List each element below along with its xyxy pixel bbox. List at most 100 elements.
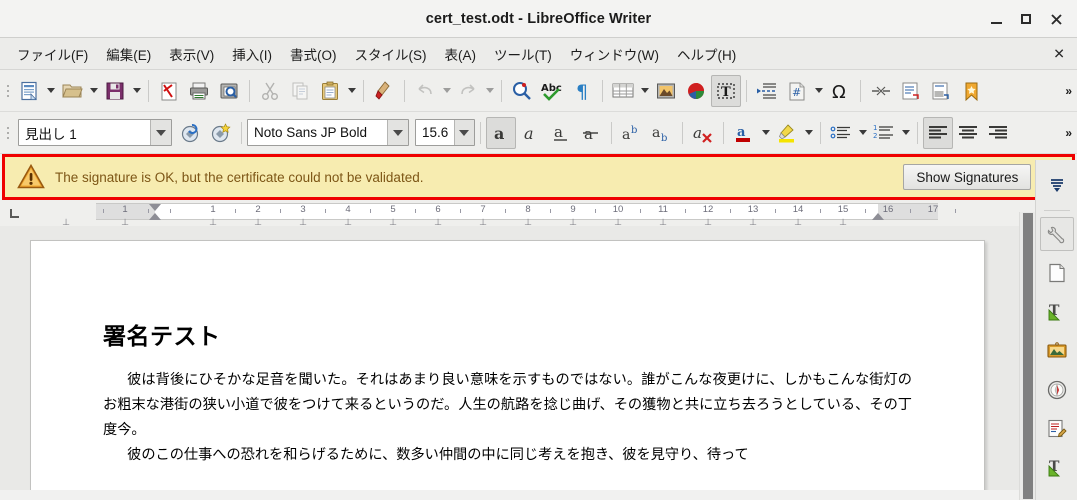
insert-special-character-button[interactable]: Ω <box>825 75 855 107</box>
italic-button[interactable]: a <box>516 117 546 149</box>
insert-table-button[interactable] <box>608 75 638 107</box>
new-document-button[interactable] <box>14 75 44 107</box>
ordered-list-button[interactable]: 1 2 <box>869 117 899 149</box>
paragraph-style-combobox[interactable]: 見出し 1 <box>18 119 172 146</box>
undo-button[interactable] <box>410 75 440 107</box>
find-replace-button[interactable] <box>507 75 537 107</box>
unordered-list-button[interactable] <box>826 117 856 149</box>
copy-button[interactable] <box>285 75 315 107</box>
cut-button[interactable] <box>255 75 285 107</box>
horizontal-ruler[interactable]: 1 1 2 3 4 5 6 7 8 9 10 11 12 13 14 15 16… <box>30 200 1077 226</box>
menu-tools[interactable]: ツール(T) <box>485 40 561 68</box>
undo-dropdown[interactable] <box>440 75 453 107</box>
paste-dropdown[interactable] <box>345 75 358 107</box>
minimize-button[interactable] <box>981 4 1011 34</box>
sidebar-item-navigator[interactable] <box>1040 373 1074 407</box>
underline-button[interactable]: a <box>546 117 576 149</box>
document-page[interactable]: 署名テスト 彼は背後にひそかな足音を聞いた。それはあまり良い意味を示すものではな… <box>30 240 985 490</box>
menu-file[interactable]: ファイル(F) <box>8 40 97 68</box>
export-pdf-icon <box>161 82 177 100</box>
sidebar-item-page[interactable] <box>1040 256 1074 290</box>
ordered-list-dropdown[interactable] <box>899 117 912 149</box>
clone-formatting-button[interactable] <box>369 75 399 107</box>
print-button[interactable] <box>184 75 214 107</box>
insert-textbox-button[interactable]: T <box>711 74 741 107</box>
menu-format[interactable]: 書式(O) <box>281 40 346 68</box>
insert-hyperlink-button[interactable] <box>866 75 896 107</box>
vertical-scrollbar-thumb[interactable] <box>1022 212 1034 500</box>
font-name-dropdown[interactable] <box>387 120 408 145</box>
paste-button[interactable] <box>315 75 345 107</box>
highlighting-color-dropdown[interactable] <box>802 117 815 149</box>
font-name-combobox[interactable]: Noto Sans JP Bold <box>247 119 409 146</box>
first-line-indent-marker[interactable] <box>149 204 161 211</box>
standard-toolbar-overflow[interactable]: » <box>1065 84 1072 98</box>
sidebar-settings-button[interactable] <box>1040 168 1074 202</box>
menu-view[interactable]: 表示(V) <box>160 40 223 68</box>
new-document-dropdown[interactable] <box>44 75 57 107</box>
maximize-button[interactable] <box>1011 4 1041 34</box>
formatting-marks-button[interactable]: ¶ <box>567 75 597 107</box>
menu-edit[interactable]: 編集(E) <box>97 40 160 68</box>
font-color-button[interactable]: a <box>729 117 759 149</box>
open-dropdown[interactable] <box>87 75 100 107</box>
toolbar-grip[interactable] <box>4 121 12 145</box>
menu-styles[interactable]: スタイル(S) <box>346 40 436 68</box>
menu-table[interactable]: 表(A) <box>436 40 486 68</box>
formatting-toolbar-overflow[interactable]: » <box>1065 126 1072 140</box>
left-indent-marker[interactable] <box>149 213 161 220</box>
insert-bookmark-button[interactable] <box>956 75 986 107</box>
redo-dropdown[interactable] <box>483 75 496 107</box>
unordered-list-dropdown[interactable] <box>856 117 869 149</box>
toolbar-grip[interactable] <box>4 79 12 103</box>
insert-field-dropdown[interactable] <box>812 75 825 107</box>
sidebar-item-gallery[interactable] <box>1040 334 1074 368</box>
subscript-button[interactable]: a b <box>647 117 677 149</box>
print-preview-button[interactable] <box>214 75 244 107</box>
spelling-button[interactable]: Abc <box>537 75 567 107</box>
font-color-dropdown[interactable] <box>759 117 772 149</box>
sidebar-item-properties[interactable] <box>1039 217 1074 251</box>
align-right-button[interactable] <box>983 117 1013 149</box>
menu-help[interactable]: ヘルプ(H) <box>668 40 745 68</box>
bold-button[interactable]: a <box>486 116 516 149</box>
save-dropdown[interactable] <box>130 75 143 107</box>
font-size-combobox[interactable]: 15.6 <box>415 119 475 146</box>
document-canvas[interactable]: 署名テスト 彼は背後にひそかな足音を聞いた。それはあまり良い意味を示すものではな… <box>0 226 1077 490</box>
insert-field-button[interactable]: # <box>782 75 812 107</box>
insert-chart-button[interactable] <box>681 75 711 107</box>
clear-formatting-button[interactable]: a <box>688 117 718 149</box>
insert-endnote-button[interactable] <box>926 75 956 107</box>
sidebar-item-manage-changes[interactable] <box>1040 412 1074 446</box>
close-document-button[interactable]: ✕ <box>1053 45 1065 62</box>
insert-page-break-button[interactable] <box>752 75 782 107</box>
font-size-dropdown[interactable] <box>453 120 474 145</box>
insert-footnote-button[interactable] <box>896 75 926 107</box>
font-size-value[interactable]: 15.6 <box>416 120 454 145</box>
insert-image-button[interactable] <box>651 75 681 107</box>
open-button[interactable] <box>57 75 87 107</box>
align-left-button[interactable] <box>923 116 953 149</box>
paragraph-style-value[interactable]: 見出し 1 <box>19 120 150 145</box>
font-name-value[interactable]: Noto Sans JP Bold <box>248 120 387 145</box>
export-pdf-button[interactable] <box>154 75 184 107</box>
menu-window[interactable]: ウィンドウ(W) <box>561 40 668 68</box>
ruler-corner[interactable] <box>0 200 30 226</box>
insert-table-dropdown[interactable] <box>638 75 651 107</box>
sidebar-item-style-inspector[interactable]: T <box>1040 451 1074 485</box>
show-signatures-button[interactable]: Show Signatures <box>903 164 1032 190</box>
right-indent-marker[interactable] <box>872 213 884 220</box>
paragraph-style-dropdown[interactable] <box>150 120 171 145</box>
align-center-button[interactable] <box>953 117 983 149</box>
sidebar-item-styles[interactable]: T <box>1040 295 1074 329</box>
update-style-button[interactable] <box>176 117 206 149</box>
strikethrough-button[interactable]: a <box>576 117 606 149</box>
menu-insert[interactable]: 挿入(I) <box>223 40 281 68</box>
redo-button[interactable] <box>453 75 483 107</box>
vertical-scrollbar[interactable] <box>1019 212 1035 500</box>
save-button[interactable] <box>100 75 130 107</box>
superscript-button[interactable]: a b <box>617 117 647 149</box>
close-button[interactable] <box>1041 4 1071 34</box>
highlighting-color-button[interactable] <box>772 117 802 149</box>
new-style-button[interactable] <box>206 117 236 149</box>
